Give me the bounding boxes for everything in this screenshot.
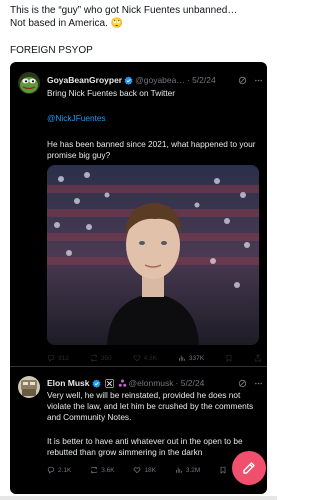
- reply-date: · 5/2/24: [175, 378, 205, 388]
- screenshot-card: GoyaBeanGroyper @goyabea… · 5/2/24 Bring…: [10, 62, 267, 494]
- quoted-reply-count: 912: [58, 354, 69, 362]
- repost-action[interactable]: 350: [90, 354, 112, 362]
- repost-icon: [91, 466, 98, 474]
- reply-icon: [47, 466, 55, 474]
- views-action[interactable]: 3.2M: [175, 466, 200, 474]
- reply-text-1: Very well, he will be reinstated, provid…: [47, 390, 254, 422]
- quoted-repost-count: 350: [100, 354, 112, 362]
- bookmark-action[interactable]: [225, 354, 233, 362]
- quoted-tweet-header: GoyaBeanGroyper @goyabea… · 5/2/24: [47, 75, 216, 86]
- like-icon: [134, 467, 141, 474]
- post-line-2: Not based in America. 🙄: [10, 18, 124, 29]
- quoted-view-count: 337K: [188, 354, 205, 362]
- bookmark-icon: [226, 354, 232, 362]
- reply-repost-count: 3.6K: [101, 466, 115, 474]
- government-affiliate-icon: [118, 379, 127, 388]
- quoted-action-bar: 912 350 4.3K 337K: [47, 354, 262, 362]
- reply-text-2: It is better to have anti whatever out i…: [47, 436, 243, 457]
- reply-author-handle[interactable]: @elonmusk: [129, 378, 174, 389]
- post-line-3: FOREIGN PSYOP: [10, 45, 93, 56]
- reply-reply-count: 2.1K: [58, 466, 72, 474]
- elon-avatar[interactable]: [18, 376, 40, 398]
- like-icon: [133, 355, 141, 362]
- reply-action[interactable]: 2.1K: [47, 466, 71, 474]
- x-affiliate-icon: [104, 379, 114, 388]
- repost-action[interactable]: 3.6K: [90, 466, 115, 474]
- like-action[interactable]: 4.3K: [133, 354, 157, 362]
- reply-icon: [47, 354, 55, 362]
- reply-view-count: 3.2M: [185, 466, 201, 474]
- repost-icon: [90, 354, 97, 362]
- compose-icon: [243, 462, 255, 474]
- quoted-text-2: He has been banned since 2021, what happ…: [47, 139, 256, 160]
- bookmark-icon: [220, 466, 226, 474]
- reply-like-count: 18K: [144, 466, 157, 474]
- grok-icon[interactable]: [238, 76, 247, 85]
- quoted-author-handle[interactable]: @goyabea…: [135, 75, 185, 86]
- quoted-author-name[interactable]: GoyaBeanGroyper: [47, 75, 122, 86]
- more-icon[interactable]: [254, 379, 263, 388]
- quoted-date: · 5/2/24: [186, 75, 216, 85]
- reply-action[interactable]: 912: [47, 354, 69, 362]
- like-action[interactable]: 18K: [133, 466, 156, 474]
- tweet-divider: [10, 366, 267, 367]
- pepe-avatar[interactable]: [18, 72, 40, 94]
- more-icon[interactable]: [254, 76, 263, 85]
- post-text: This is the “guy” who got Nick Fuentes u…: [10, 4, 272, 57]
- quoted-mention-link[interactable]: @NickJFuentes: [47, 113, 259, 124]
- reply-action-bar: 2.1K 3.6K 18K 3.2M: [47, 466, 262, 474]
- reply-author-name[interactable]: Elon Musk: [47, 378, 90, 389]
- post-line-1: This is the “guy” who got Nick Fuentes u…: [10, 5, 238, 16]
- verified-badge-icon: [91, 379, 101, 388]
- verified-badge-icon: [124, 76, 133, 85]
- grok-icon[interactable]: [238, 379, 247, 388]
- views-icon: [176, 467, 182, 473]
- share-icon: [254, 354, 262, 362]
- quoted-text-1: Bring Nick Fuentes back on Twitter: [47, 88, 176, 98]
- bookmark-action[interactable]: [219, 466, 227, 474]
- share-action[interactable]: [254, 354, 262, 362]
- quoted-like-count: 4.3K: [143, 354, 157, 362]
- views-action[interactable]: 337K: [178, 354, 204, 362]
- views-icon: [179, 355, 185, 361]
- bottom-edge: [0, 496, 277, 500]
- compose-button[interactable]: [232, 451, 266, 485]
- reply-tweet-header: Elon Musk @elonmusk · 5/2/24: [47, 378, 204, 389]
- quoted-photo[interactable]: [47, 165, 259, 345]
